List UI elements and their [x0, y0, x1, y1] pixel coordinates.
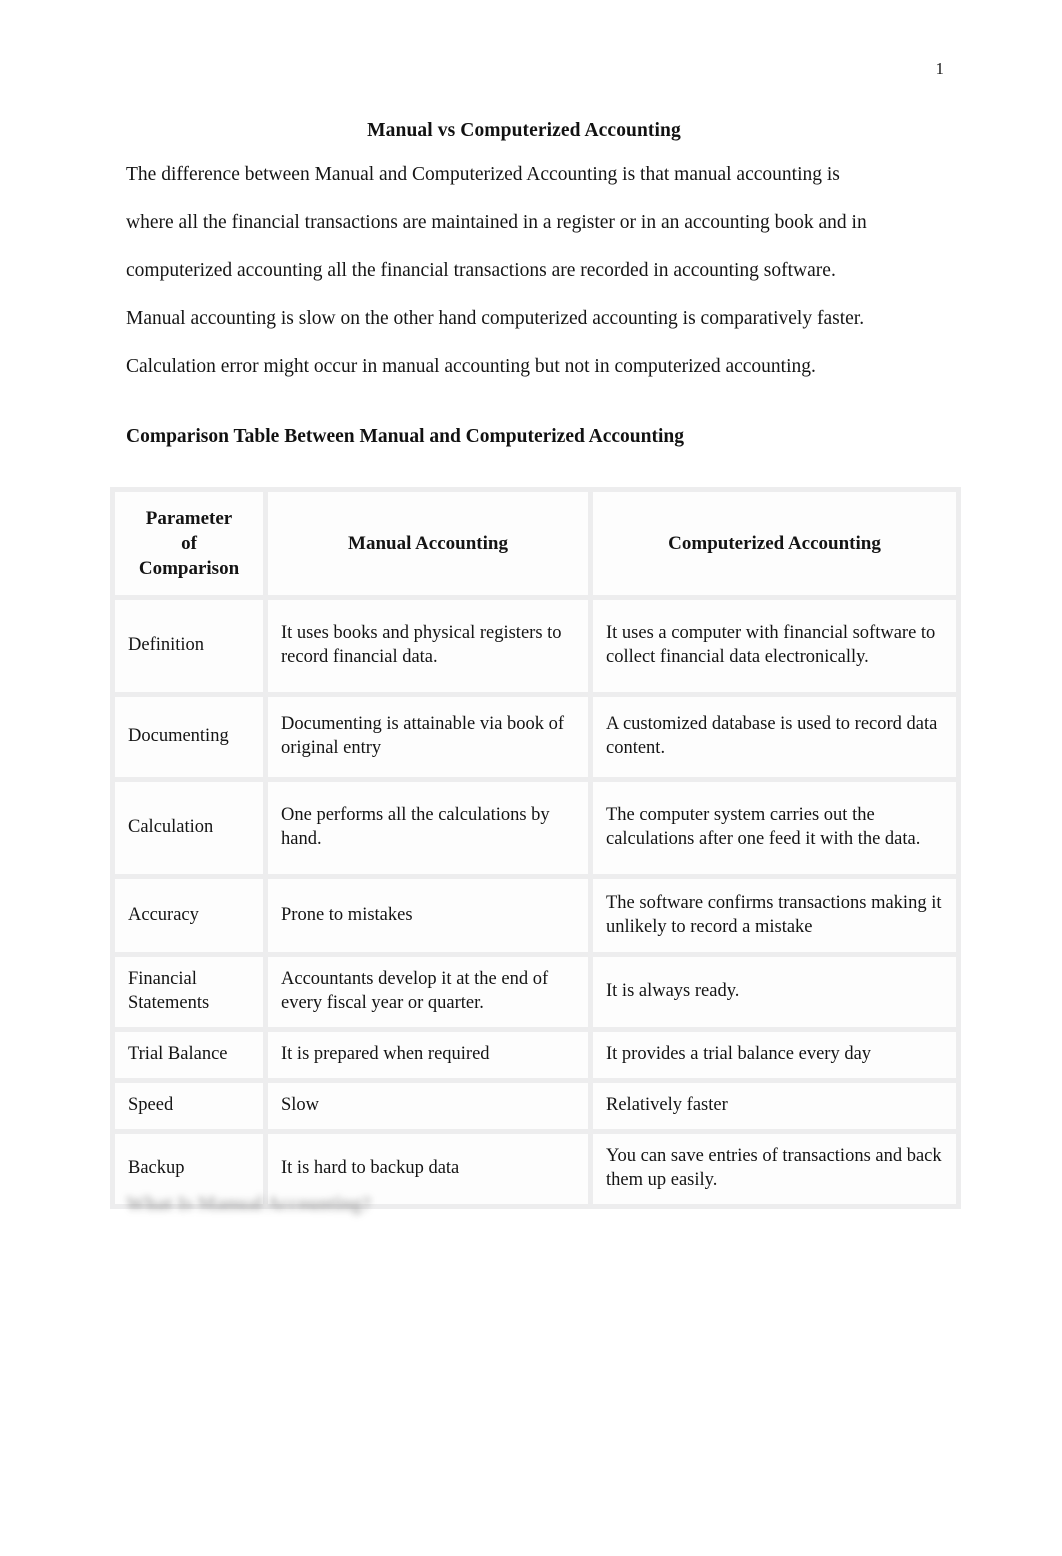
cell-computerized: It provides a trial balance every day: [593, 1032, 956, 1078]
table-header-row: Parameter of Comparison Manual Accountin…: [115, 492, 956, 595]
blurred-section-heading: What Is Manual Accounting?: [126, 1194, 372, 1215]
document-body: Manual vs Computerized Accounting The di…: [126, 118, 922, 450]
comparison-table-container: Parameter of Comparison Manual Accountin…: [110, 487, 961, 1209]
page-title: Manual vs Computerized Accounting: [367, 120, 681, 141]
cell-parameter: Documenting: [115, 697, 263, 777]
cell-computerized: Relatively faster: [593, 1083, 956, 1129]
intro-paragraph-line-2: where all the financial transactions are…: [126, 212, 867, 234]
cell-manual: One performs all the calculations by han…: [268, 782, 588, 874]
cell-computerized: The computer system carries out the calc…: [593, 782, 956, 874]
cell-parameter: Financial Statements: [115, 957, 263, 1027]
cell-manual: It uses books and physical registers to …: [268, 600, 588, 692]
cell-manual: It is prepared when required: [268, 1032, 588, 1078]
table-row: Documenting Documenting is attainable vi…: [115, 697, 956, 777]
table-row: Financial Statements Accountants develop…: [115, 957, 956, 1027]
column-header-computerized-accounting: Computerized Accounting: [593, 492, 956, 595]
cell-parameter: Definition: [115, 600, 263, 692]
intro-paragraph-line-5: Calculation error might occur in manual …: [126, 355, 816, 377]
column-header-parameter: Parameter of Comparison: [115, 492, 263, 595]
column-header-parameter-line1: Parameter: [145, 508, 233, 529]
table-row: Speed Slow Relatively faster: [115, 1083, 956, 1129]
column-header-manual-accounting: Manual Accounting: [268, 492, 588, 595]
table-row: Trial Balance It is prepared when requir…: [115, 1032, 956, 1078]
cell-manual: Slow: [268, 1083, 588, 1129]
page-number: 1: [935, 59, 945, 78]
table-row: Definition It uses books and physical re…: [115, 600, 956, 692]
cell-computerized: The software confirms transactions makin…: [593, 879, 956, 952]
intro-paragraph-line-1: The difference between Manual and Comput…: [126, 164, 840, 186]
table-header: Parameter of Comparison Manual Accountin…: [115, 492, 956, 595]
comparison-table: Parameter of Comparison Manual Accountin…: [110, 487, 961, 1209]
table-body: Definition It uses books and physical re…: [115, 600, 956, 1204]
cell-manual: Documenting is attainable via book of or…: [268, 697, 588, 777]
table-row: Calculation One performs all the calcula…: [115, 782, 956, 874]
table-row: Accuracy Prone to mistakes The software …: [115, 879, 956, 952]
cell-parameter: Accuracy: [115, 879, 263, 952]
cell-manual: Prone to mistakes: [268, 879, 588, 952]
intro-paragraph-line-4: Manual accounting is slow on the other h…: [126, 307, 865, 329]
cell-manual: Accountants develop it at the end of eve…: [268, 957, 588, 1027]
cell-computerized: You can save entries of transactions and…: [593, 1134, 956, 1204]
column-header-parameter-line2: of: [181, 533, 197, 554]
intro-paragraph-line-3: computerized accounting all the financia…: [126, 259, 836, 281]
document-page: 1 Manual vs Computerized Accounting The …: [0, 0, 1062, 1556]
cell-computerized: It uses a computer with financial softwa…: [593, 600, 956, 692]
section-heading-comparison-table: Comparison Table Between Manual and Comp…: [126, 426, 684, 448]
cell-parameter: Speed: [115, 1083, 263, 1129]
cell-computerized: A customized database is used to record …: [593, 697, 956, 777]
cell-parameter: Trial Balance: [115, 1032, 263, 1078]
column-header-parameter-line3: Comparison: [138, 558, 240, 579]
cell-parameter: Calculation: [115, 782, 263, 874]
cell-computerized: It is always ready.: [593, 957, 956, 1027]
